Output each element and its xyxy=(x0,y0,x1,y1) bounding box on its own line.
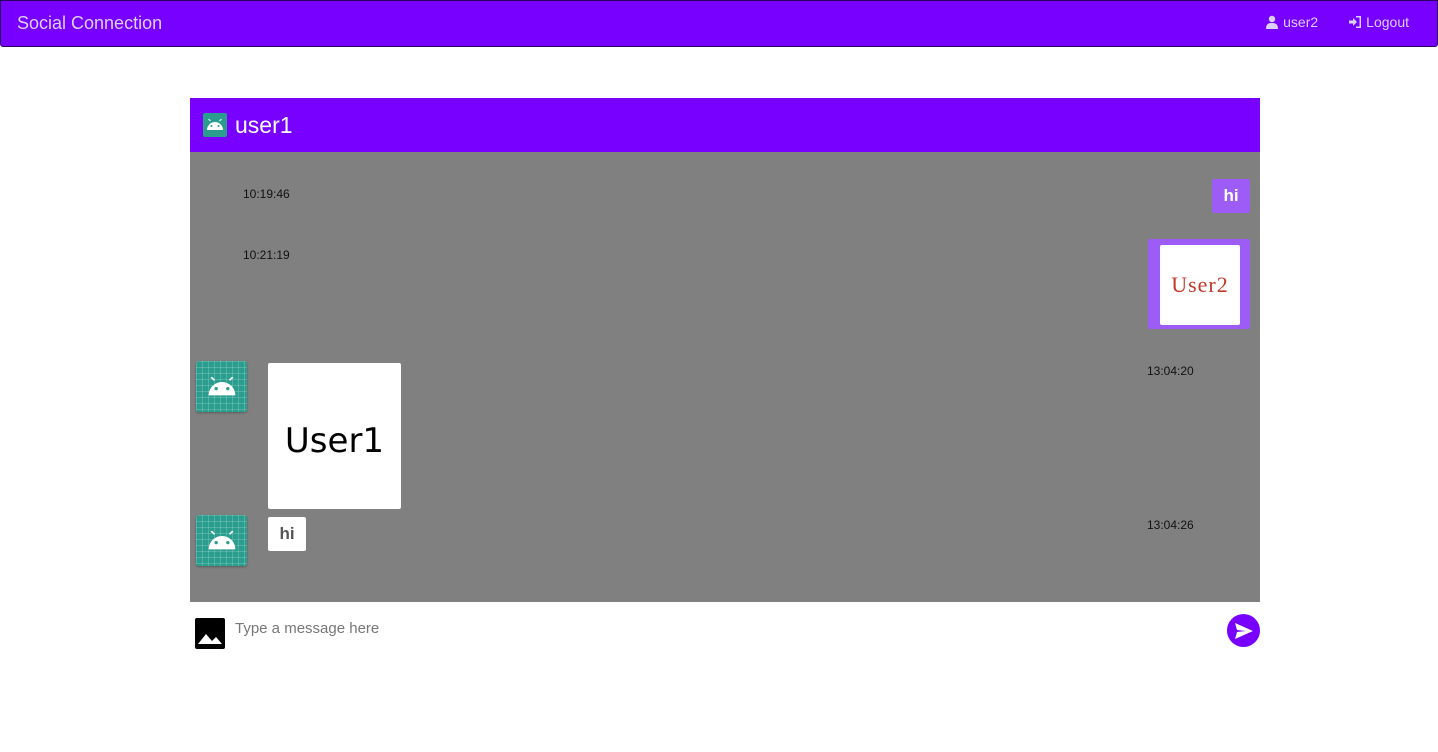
send-icon xyxy=(1234,622,1253,639)
message-time: 10:21:19 xyxy=(243,248,290,262)
message-list[interactable]: 10:19:46 hi 10:21:19 User2 User1 13:04:2… xyxy=(190,152,1260,602)
image-attachment[interactable]: User2 xyxy=(1160,245,1240,325)
message-time: 13:04:20 xyxy=(1147,364,1194,378)
logout-label: Logout xyxy=(1366,14,1409,30)
logout-icon xyxy=(1349,16,1362,28)
incoming-image-message[interactable]: User1 xyxy=(268,363,401,509)
image-caption: User2 xyxy=(1171,272,1229,297)
top-navbar: Social Connection user2 Logout xyxy=(0,0,1438,47)
nav-actions: user2 Logout xyxy=(1265,14,1409,30)
brand-title[interactable]: Social Connection xyxy=(17,13,162,34)
logout-link[interactable]: Logout xyxy=(1348,14,1409,30)
message-input[interactable] xyxy=(235,616,1195,640)
image-caption: User1 xyxy=(284,421,385,461)
message-time: 13:04:26 xyxy=(1147,518,1194,532)
message-time: 10:19:46 xyxy=(243,187,290,201)
incoming-message-bubble[interactable]: hi xyxy=(268,517,306,551)
sender-avatar[interactable] xyxy=(196,515,247,566)
outgoing-image-message[interactable]: User2 xyxy=(1148,239,1250,329)
message-composer xyxy=(190,604,1260,658)
android-icon xyxy=(208,530,235,549)
image-icon xyxy=(198,634,222,644)
user-icon xyxy=(1266,15,1279,29)
user-profile-link[interactable]: user2 xyxy=(1265,14,1318,30)
sender-avatar[interactable] xyxy=(196,361,247,412)
send-button[interactable] xyxy=(1227,614,1260,647)
outgoing-message-bubble[interactable]: hi xyxy=(1212,179,1250,213)
contact-name: user1 xyxy=(235,111,293,138)
attach-image-button[interactable] xyxy=(195,618,225,649)
contact-avatar[interactable] xyxy=(203,113,227,137)
chat-header: user1 xyxy=(190,98,1260,152)
user-name-label: user2 xyxy=(1283,14,1319,30)
android-icon xyxy=(207,119,223,130)
chat-window: user1 10:19:46 hi 10:21:19 User2 User1 1… xyxy=(190,98,1260,602)
android-icon xyxy=(208,376,235,395)
